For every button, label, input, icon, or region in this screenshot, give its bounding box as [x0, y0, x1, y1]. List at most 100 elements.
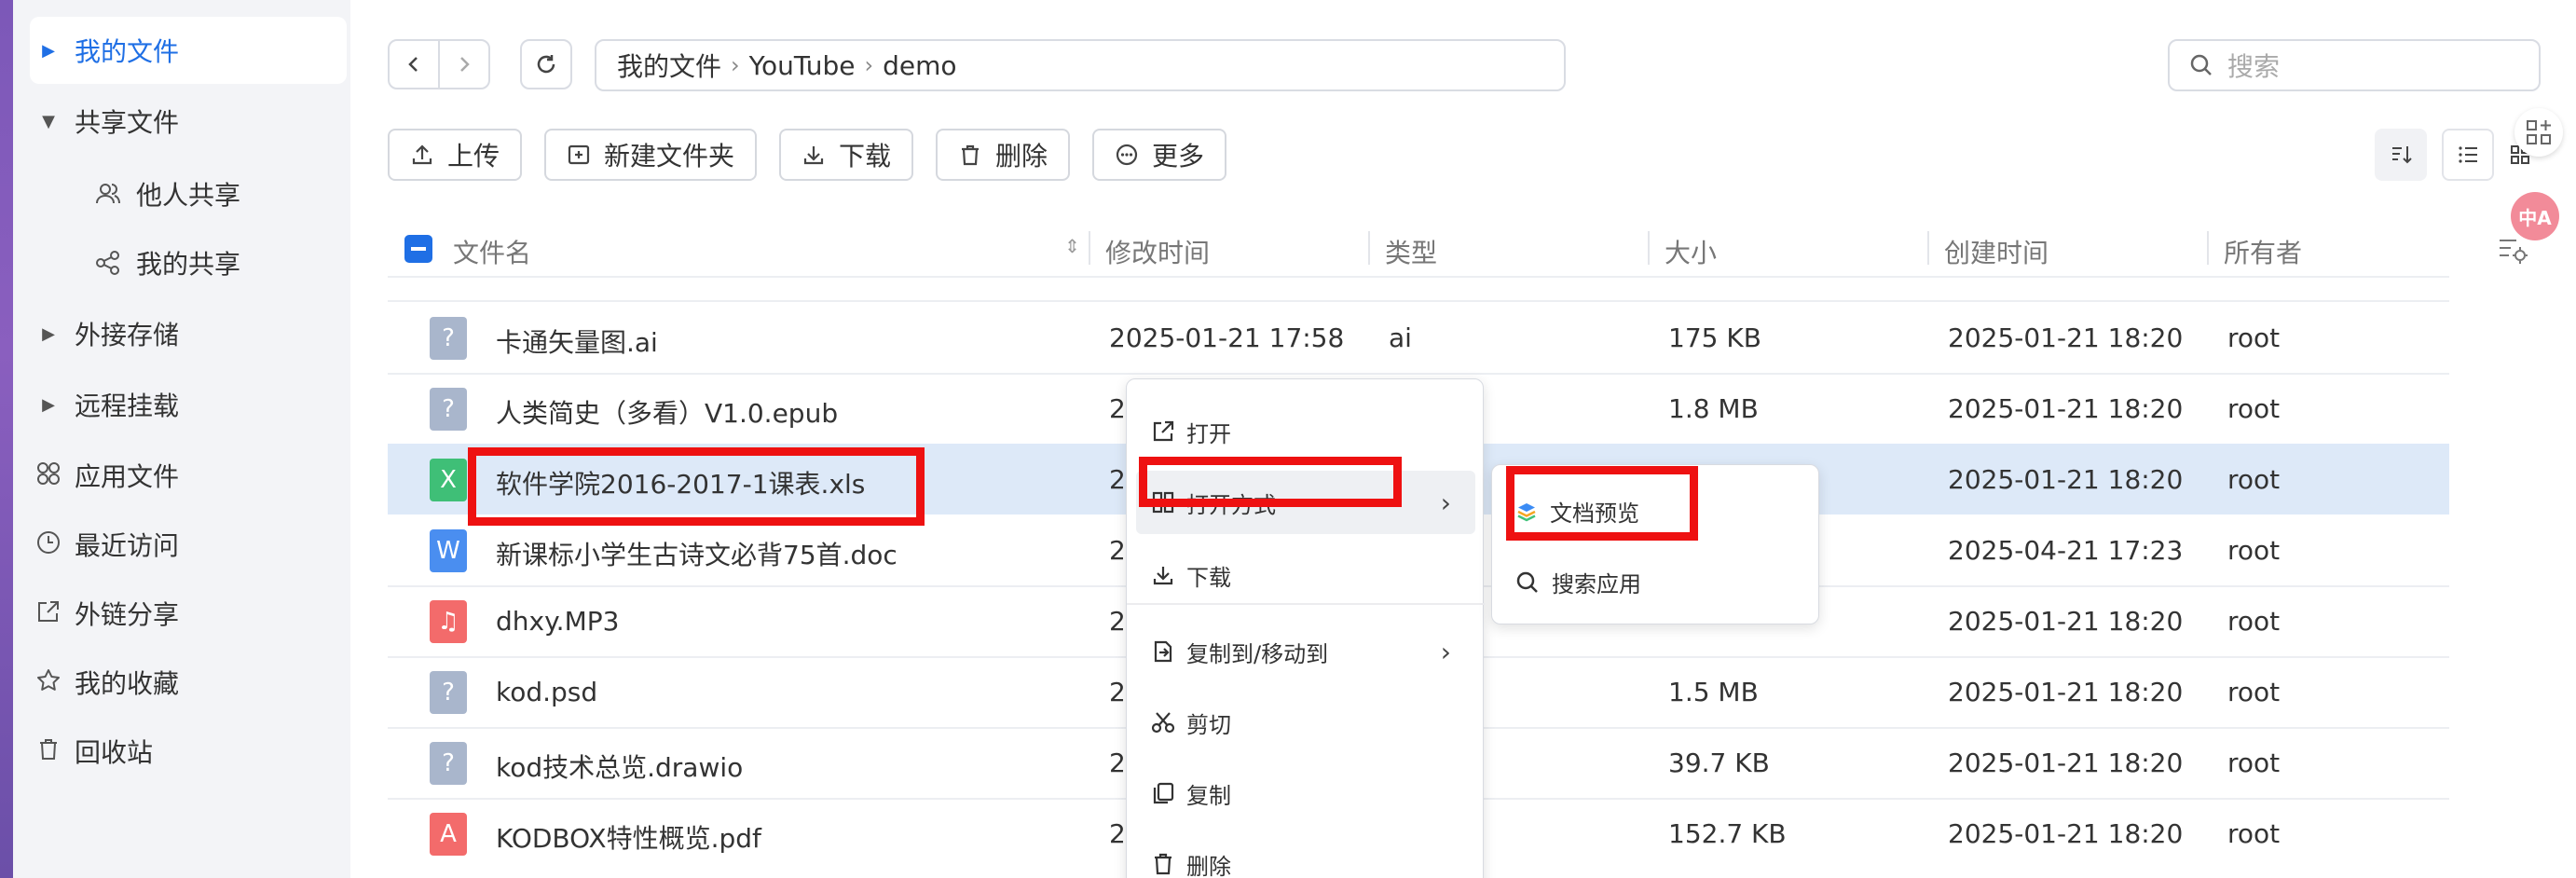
chevron-right-icon: ›: [1440, 636, 1451, 667]
new-folder-icon: [568, 144, 590, 165]
unknown-file-icon: ?: [430, 317, 467, 360]
column-header-type[interactable]: 类型: [1385, 233, 1437, 270]
sidebar-item-app-files[interactable]: 应用文件: [30, 442, 347, 509]
select-all-checkbox[interactable]: [404, 235, 432, 263]
file-name: kod.psd: [496, 677, 598, 707]
caret-right-icon: ▶: [42, 40, 55, 61]
file-size: 1.8 MB: [1668, 393, 1759, 424]
context-menu: 打开 打开方式 › 下载 复制到/移动到 › 剪切 复制 删除: [1126, 378, 1485, 878]
file-created: 2025-01-21 18:20: [1948, 818, 2184, 849]
star-icon: [30, 667, 67, 698]
translate-float-button[interactable]: 中A: [2511, 192, 2559, 240]
file-created: 2025-01-21 18:20: [1948, 677, 2184, 707]
music-file-icon: ♫: [430, 600, 467, 643]
word-file-icon: W: [430, 529, 467, 572]
table-row[interactable]: ? 卡通矢量图.ai 2025-01-21 17:58 ai 175 KB 20…: [388, 302, 2449, 373]
breadcrumb-item[interactable]: YouTube: [749, 50, 856, 81]
unknown-file-icon: ?: [430, 671, 467, 714]
file-name: 人类简史（多看）V1.0.epub: [496, 398, 839, 429]
highlight-box: [1506, 466, 1698, 541]
menu-item-open[interactable]: 打开: [1136, 400, 1475, 463]
file-size: 1.5 MB: [1668, 677, 1759, 707]
highlight-box: [468, 447, 925, 526]
sidebar-item-remote-mount[interactable]: ▶ 远程挂载: [30, 371, 347, 438]
menu-item-download[interactable]: 下载: [1136, 543, 1475, 607]
menu-item-delete[interactable]: 删除: [1136, 832, 1475, 878]
download-icon: [803, 146, 824, 165]
sidebar-item-shared-with-me[interactable]: 他人共享: [88, 160, 349, 227]
chevron-right-icon: ›: [1440, 487, 1451, 518]
unknown-file-icon: ?: [430, 742, 467, 785]
back-button[interactable]: [388, 39, 440, 89]
column-header-modified[interactable]: 修改时间: [1105, 233, 1210, 270]
download-icon: [1153, 567, 1173, 585]
search-input[interactable]: 搜索: [2168, 39, 2541, 91]
translate-icon: 中A: [2518, 206, 2552, 229]
file-owner: root: [2227, 393, 2281, 424]
menu-item-cut[interactable]: 剪切: [1136, 691, 1475, 754]
column-header-created[interactable]: 创建时间: [1944, 233, 2048, 270]
sidebar-item-external-storage[interactable]: ▶ 外接存储: [30, 300, 347, 367]
scissors-icon: [1151, 712, 1175, 734]
unknown-file-icon: ?: [430, 388, 467, 431]
caret-down-icon: ▼: [42, 111, 55, 131]
file-created: 2025-04-21 17:23: [1948, 535, 2184, 566]
column-header-owner[interactable]: 所有者: [2224, 233, 2302, 270]
list-view-button[interactable]: [2442, 129, 2494, 181]
more-button[interactable]: 更多: [1092, 129, 1227, 181]
highlight-box: [1139, 457, 1402, 507]
column-header-name[interactable]: 文件名: [453, 233, 531, 270]
upload-button[interactable]: 上传: [388, 129, 523, 181]
search-icon: [2190, 54, 2212, 75]
file-created: 2025-01-21 18:20: [1948, 393, 2184, 424]
menu-item-copy-move[interactable]: 复制到/移动到 ›: [1136, 620, 1475, 683]
sidebar-item-recycle-bin[interactable]: 回收站: [30, 718, 347, 785]
upload-icon: [412, 144, 432, 165]
file-name: dhxy.MP3: [496, 606, 620, 637]
refresh-button[interactable]: [520, 39, 572, 89]
pdf-file-icon: A: [430, 813, 467, 856]
copy-to-icon: [1154, 640, 1172, 663]
table-header: 文件名 ⇕ 修改时间 类型 大小 创建时间 所有者: [350, 222, 2576, 276]
trash-icon: [962, 144, 979, 166]
users-icon: [88, 181, 129, 207]
excel-file-icon: X: [430, 459, 467, 501]
caret-right-icon: ▶: [42, 394, 55, 415]
open-external-icon: [1153, 420, 1174, 442]
menu-item-copy[interactable]: 复制: [1136, 761, 1475, 825]
caret-right-icon: ▶: [42, 323, 55, 344]
apps-icon: [30, 460, 67, 491]
trash-icon: [1155, 853, 1172, 875]
sidebar-item-recent[interactable]: 最近访问: [30, 511, 347, 578]
menu-separator: [1127, 603, 1485, 605]
column-header-size[interactable]: 大小: [1665, 233, 1717, 270]
download-button[interactable]: 下载: [779, 129, 914, 181]
file-type: ai: [1389, 322, 1412, 353]
sidebar-item-my-shares[interactable]: 我的共享: [88, 229, 349, 296]
forward-button[interactable]: [438, 39, 490, 89]
sidebar-item-link-share[interactable]: 外链分享: [30, 580, 347, 647]
file-created: 2025-01-21 18:20: [1948, 464, 2184, 495]
new-folder-button[interactable]: 新建文件夹: [544, 129, 758, 181]
file-name: 卡通矢量图.ai: [496, 327, 658, 358]
sidebar-item-my-files[interactable]: ▶ 我的文件: [30, 17, 347, 84]
sort-arrows-icon[interactable]: ⇕: [1064, 235, 1080, 257]
file-name: KODBOX特性概览.pdf: [496, 823, 761, 854]
delete-button[interactable]: 删除: [936, 129, 1071, 181]
sort-button[interactable]: [2375, 129, 2427, 181]
chevron-left-icon: [408, 57, 418, 72]
submenu-item-search-app[interactable]: 搜索应用: [1514, 566, 1641, 598]
file-owner: root: [2227, 677, 2281, 707]
apps-float-button[interactable]: [2514, 108, 2563, 157]
sort-icon: [2392, 146, 2412, 164]
sidebar-item-favorites[interactable]: 我的收藏: [30, 649, 347, 716]
sidebar-item-shared-files[interactable]: ▼ 共享文件: [30, 88, 347, 155]
breadcrumb-item[interactable]: 我的文件: [617, 47, 721, 84]
apps-add-icon: [2527, 120, 2551, 144]
breadcrumb[interactable]: 我的文件 › YouTube › demo: [595, 39, 1566, 91]
file-owner: root: [2227, 535, 2281, 566]
clock-icon: [30, 529, 67, 560]
breadcrumb-item[interactable]: demo: [883, 50, 956, 81]
trash-icon: [30, 736, 67, 767]
column-settings-icon[interactable]: [2498, 235, 2529, 265]
